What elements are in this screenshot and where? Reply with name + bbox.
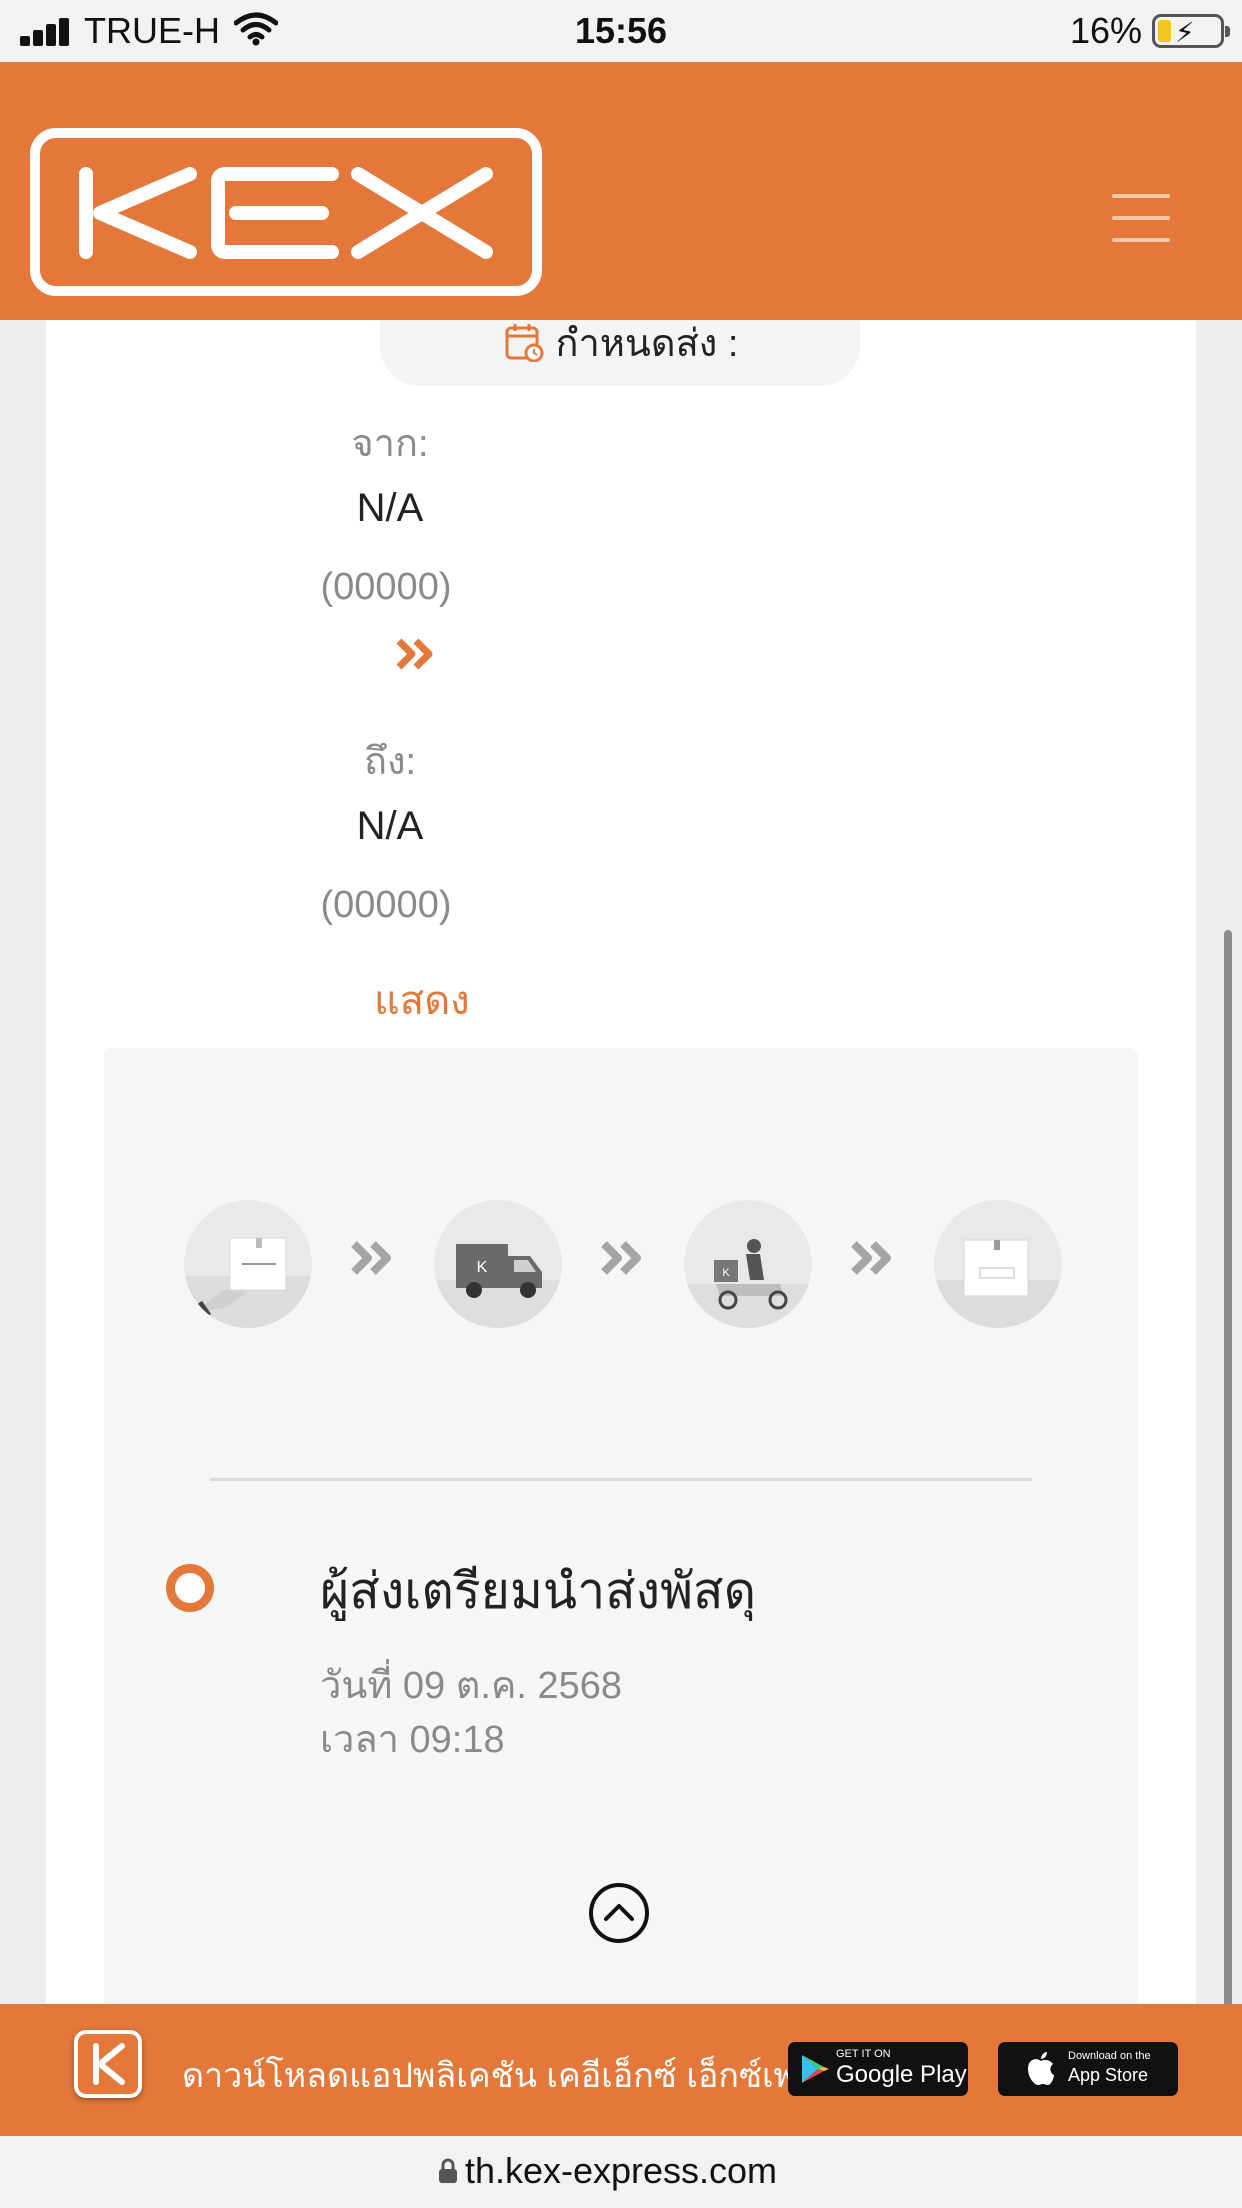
- from-postcode: (00000): [320, 566, 452, 608]
- kex-logo[interactable]: [30, 128, 542, 296]
- status-dot-icon: [166, 1564, 214, 1612]
- tracking-event-date: วันที่ 09 ต.ค. 2568: [320, 1665, 623, 1707]
- double-chevron-right-icon: [851, 1241, 891, 1275]
- tracking-event-title: ผู้ส่งเตรียมนำส่งพัสดุ: [320, 1563, 757, 1619]
- package-handover-icon: [184, 1200, 312, 1328]
- delivery-truck-icon: K: [434, 1200, 562, 1328]
- to-label: ถึง:: [363, 741, 417, 783]
- status-bar: TRUE-H 15:56 16% ⚡: [0, 0, 1242, 62]
- calendar-icon: [505, 324, 544, 362]
- app-store-button[interactable]: Download on the App Store: [998, 2042, 1178, 2096]
- clock-time: 15:56: [574, 10, 668, 51]
- google-play-label: Google Play: [836, 2061, 967, 2088]
- browser-url-bar[interactable]: th.kex-express.com: [0, 2136, 1242, 2208]
- double-chevron-right-icon: [351, 1241, 391, 1275]
- page-scrollbar[interactable]: [1224, 930, 1232, 2130]
- kex-app-icon[interactable]: [74, 2030, 142, 2098]
- app-store-small-text: Download on the: [1068, 2050, 1151, 2062]
- delivery-scooter-icon: K: [684, 1200, 812, 1328]
- svg-text:K: K: [722, 1267, 730, 1279]
- double-chevron-right-icon: [396, 638, 433, 670]
- app-store-label: App Store: [1068, 2065, 1149, 2085]
- app-download-banner: ดาวน์โหลดแอปพลิเคชัน เคอีเอ็กซ์ เอ็กซ์เพ…: [0, 2004, 1242, 2136]
- to-value: N/A: [356, 804, 424, 848]
- shipment-details-card: กำหนดส่ง : จาก: N/A (00000) ถึง: N/A (00…: [46, 320, 1196, 2004]
- tracking-panel: K K ผู้ส่งเตรียมนำส่งพัสดุ วันที่ 09 ต.ค…: [104, 1048, 1138, 2004]
- apple-icon: [1028, 2052, 1054, 2085]
- google-play-icon: [802, 2055, 829, 2083]
- google-play-button[interactable]: GET IT ON Google Play: [788, 2042, 968, 2096]
- site-header: [0, 62, 1242, 320]
- battery-percent: 16%: [1069, 10, 1142, 51]
- due-date-text: กำหนดส่ง :: [555, 322, 739, 365]
- hamburger-menu-icon[interactable]: [1112, 194, 1170, 242]
- download-app-text: ดาวน์โหลดแอปพลิเคชัน เคอีเอ็กซ์ เอ็กซ์เพ…: [182, 2057, 836, 2095]
- divider: [210, 1478, 1032, 1481]
- due-date-label: กำหนดส่ง :: [46, 320, 1196, 365]
- chevron-up-circle-icon[interactable]: [588, 1882, 650, 1944]
- svg-text:K: K: [477, 1259, 488, 1276]
- show-details-link[interactable]: แสดง: [374, 968, 470, 1032]
- package-delivered-icon: [934, 1200, 1062, 1328]
- battery-charging-icon: ⚡: [1152, 14, 1230, 48]
- tracking-event-time: เวลา 09:18: [320, 1719, 505, 1761]
- to-postcode: (00000): [320, 884, 452, 926]
- url-text: th.kex-express.com: [464, 2150, 778, 2191]
- from-value: N/A: [356, 486, 424, 530]
- google-play-small-text: GET IT ON: [836, 2048, 891, 2060]
- from-label: จาก:: [351, 423, 429, 465]
- double-chevron-right-icon: [601, 1241, 641, 1275]
